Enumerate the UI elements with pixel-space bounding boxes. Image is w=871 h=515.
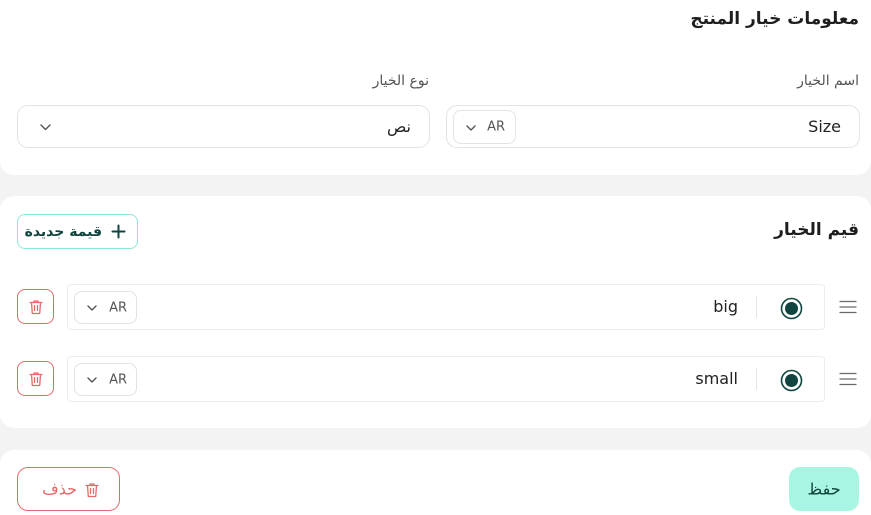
option-type-label: نوع الخيار [372, 73, 429, 89]
option-value-field[interactable]: AR small [67, 356, 825, 402]
delete-value-button[interactable] [17, 361, 54, 396]
section-title-option-info: معلومات خيار المنتج [690, 9, 859, 29]
language-code: AR [109, 300, 127, 315]
save-label: حفظ [807, 479, 841, 499]
radio-selected-icon[interactable] [780, 369, 803, 392]
plus-icon [111, 224, 126, 239]
option-name-language-select[interactable]: AR [453, 110, 516, 144]
delete-button[interactable]: حذف [17, 467, 120, 511]
chevron-down-icon [40, 124, 51, 131]
add-value-label: قيمة جديدة [24, 223, 102, 240]
add-value-button[interactable]: قيمة جديدة [17, 214, 138, 249]
option-values-card: قيم الخيار قيمة جديدة AR big AR small [0, 196, 871, 428]
trash-icon [85, 483, 99, 498]
option-name-value: Size [808, 117, 841, 136]
option-type-select[interactable]: نص [17, 105, 430, 148]
chevron-down-icon [466, 125, 476, 131]
save-button[interactable]: حفظ [789, 467, 859, 511]
drag-handle-icon[interactable] [839, 300, 857, 314]
trash-icon [29, 300, 43, 315]
option-name-label: اسم الخيار [797, 73, 859, 89]
option-value-text: big [713, 297, 738, 316]
value-language-select[interactable]: AR [74, 363, 137, 396]
field-divider [756, 368, 757, 390]
drag-handle-icon[interactable] [839, 372, 857, 386]
option-value-text: small [695, 369, 738, 388]
option-value-row: AR big [0, 284, 871, 330]
value-language-select[interactable]: AR [74, 291, 137, 324]
option-name-field[interactable]: Size AR [446, 105, 860, 148]
trash-icon [29, 372, 43, 387]
product-option-info-card: معلومات خيار المنتج اسم الخيار نوع الخيا… [0, 0, 871, 175]
delete-value-button[interactable] [17, 289, 54, 324]
language-code: AR [109, 372, 127, 387]
chevron-down-icon [87, 305, 97, 311]
option-value-field[interactable]: AR big [67, 284, 825, 330]
section-title-option-values: قيم الخيار [774, 220, 859, 240]
language-code: AR [487, 119, 505, 135]
delete-label: حذف [42, 479, 77, 499]
radio-selected-icon[interactable] [780, 297, 803, 320]
option-value-row: AR small [0, 356, 871, 402]
actions-bar: حذف حفظ [0, 450, 871, 515]
option-type-value: نص [386, 117, 411, 136]
field-divider [756, 296, 757, 318]
chevron-down-icon [87, 377, 97, 383]
